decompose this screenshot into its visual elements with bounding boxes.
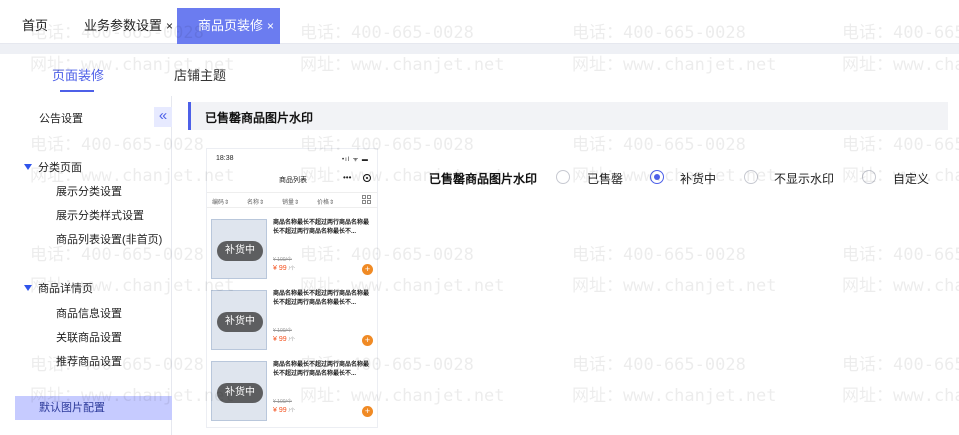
signal-icon: •ıl ᯤ ▬ [342,157,369,163]
product-name: 商品名称最长不超过两行商品名称最长不超过两行商品名称最长不... [273,362,370,377]
sidebar-item-product-info[interactable]: 商品信息设置 [56,305,122,321]
price-value: ¥ 99 [273,265,287,272]
phone-page-title: 商品列表 [279,177,307,184]
product-old-price: ¥ 100/个 [273,399,292,405]
price-value: ¥ 99 [273,336,287,343]
product-card: 补货中 商品名称最长不超过两行商品名称最长不超过两行商品名称最长不... ¥ 1… [211,361,375,427]
sidebar-group-category[interactable]: 分类页面 [24,159,82,175]
close-icon[interactable]: × [166,19,173,33]
section-header: 已售罄商品图片水印 [188,102,948,130]
phone-preview: 18:38 •ıl ᯤ ▬ 商品列表 ••• 编码⇕ 名称⇕ 销量⇕ 价格⇕ 补… [206,148,378,428]
sidebar-group-detail-label: 商品详情页 [38,283,93,295]
watermark-phone: 电话：400-665-0028 [842,135,959,155]
radio-custom-label[interactable]: 自定义 [893,170,929,187]
phone-status-bar: 18:38 •ıl ᯤ ▬ [207,149,377,167]
phone-time: 18:38 [216,155,234,162]
restocking-badge: 补货中 [217,312,263,332]
watermark-option-label: 已售罄商品图片水印 [429,172,538,186]
product-image: 补货中 [211,361,267,421]
radio-restocking[interactable] [650,170,664,184]
sidebar-group-category-label: 分类页面 [38,162,82,174]
sidebar-item-category-style[interactable]: 展示分类样式设置 [56,207,144,223]
tab-product-page-decor[interactable]: 商品页装修 × [177,8,280,44]
divider [0,44,959,54]
watermark-phone: 电话：400-665-0028 [572,135,746,155]
watermark-phone: 电话：400-665-0028 [572,355,746,375]
tab-business-label: 业务参数设置 [84,18,163,33]
radio-custom[interactable] [862,170,876,184]
product-name: 商品名称最长不超过两行商品名称最长不超过两行商品名称最长不... [273,291,370,306]
sidebar-item-default-image[interactable]: 默认图片配置 [15,396,172,420]
section-title: 已售罄商品图片水印 [205,111,314,125]
sidebar-item-recommended[interactable]: 推荐商品设置 [56,353,122,369]
add-to-cart-icon: + [362,264,373,275]
subtab-page-decor[interactable]: 页面装修 [52,65,105,92]
filter-sales: 销量⇕ [282,200,300,206]
watermark-site: 网址：www.chanjet.net [842,386,959,406]
watermark-phone: 电话：400-665-0028 [572,245,746,265]
active-underline [60,90,94,92]
radio-sold-out-label[interactable]: 已售罄 [587,170,623,187]
filter-name: 名称⇕ [247,200,265,206]
price-unit: /个 [288,337,295,343]
collapse-sidebar-icon[interactable]: « [154,107,172,127]
sidebar-item-related-products[interactable]: 关联商品设置 [56,329,122,345]
add-to-cart-icon: + [362,335,373,346]
product-image: 补货中 [211,219,267,279]
phone-nav-bar: 商品列表 ••• [207,169,377,189]
caret-down-icon [24,164,32,170]
add-to-cart-icon: + [362,406,373,417]
product-card: 补货中 商品名称最长不超过两行商品名称最长不超过两行商品名称最长不... ¥ 1… [211,219,375,287]
sub-tab-bar: 页面装修 店铺主题 [0,54,959,96]
watermark-site: 网址：www.chanjet.net [842,276,959,296]
restocking-badge: 补货中 [217,241,263,261]
top-tab-bar: 首页 业务参数设置 × 商品页装修 × [0,0,959,44]
radio-sold-out[interactable] [556,170,570,184]
sidebar-item-product-list[interactable]: 商品列表设置(非首页) [56,231,162,247]
restocking-badge: 补货中 [217,383,263,403]
product-old-price: ¥ 100/个 [273,257,292,263]
watermark-site: 网址：www.chanjet.net [572,276,777,296]
section-accent-bar [188,102,191,130]
product-price: ¥ 99 /个 [273,265,295,272]
subtab-page-decor-label: 页面装修 [52,68,105,83]
price-unit: /个 [288,266,295,272]
caret-down-icon [24,285,32,291]
target-icon [363,174,371,182]
product-price: ¥ 99 /个 [273,407,295,414]
radio-restocking-label[interactable]: 补货中 [680,170,716,187]
app-root: 首页 业务参数设置 × 商品页装修 × 页面装修 店铺主题 公告设置 « 分类页面 … [0,0,959,435]
radio-no-watermark-label[interactable]: 不显示水印 [774,170,834,187]
subtab-store-theme[interactable]: 店铺主题 [174,65,226,84]
price-value: ¥ 99 [273,407,287,414]
product-name: 商品名称最长不超过两行商品名称最长不超过两行商品名称最长不... [273,220,370,235]
grid-view-icon [362,195,372,205]
radio-no-watermark[interactable] [744,170,758,184]
filter-price: 价格⇕ [317,200,335,206]
filter-code: 编码⇕ [212,200,230,206]
product-old-price: ¥ 100/个 [273,328,292,334]
price-unit: /个 [288,408,295,414]
product-price: ¥ 99 /个 [273,336,295,343]
product-image: 补货中 [211,290,267,350]
tab-active-label: 商品页装修 [198,18,264,33]
tab-business-settings[interactable]: 业务参数设置 × [84,8,173,44]
sidebar-item-announcement[interactable]: 公告设置 [39,110,83,126]
watermark-phone: 电话：400-665-0028 [842,355,959,375]
sidebar-item-category-display[interactable]: 展示分类设置 [56,183,122,199]
more-icon: ••• [343,173,352,182]
phone-filter-bar: 编码⇕ 名称⇕ 销量⇕ 价格⇕ [207,192,377,208]
sidebar: 公告设置 « 分类页面 展示分类设置 展示分类样式设置 商品列表设置(非首页) … [15,96,172,435]
product-card: 补货中 商品名称最长不超过两行商品名称最长不超过两行商品名称最长不... ¥ 1… [211,290,375,358]
watermark-site: 网址：www.chanjet.net [572,386,777,406]
sidebar-group-detail[interactable]: 商品详情页 [24,280,93,296]
close-icon[interactable]: × [267,19,274,33]
watermark-phone: 电话：400-665-0028 [842,245,959,265]
tab-home[interactable]: 首页 [22,8,48,44]
